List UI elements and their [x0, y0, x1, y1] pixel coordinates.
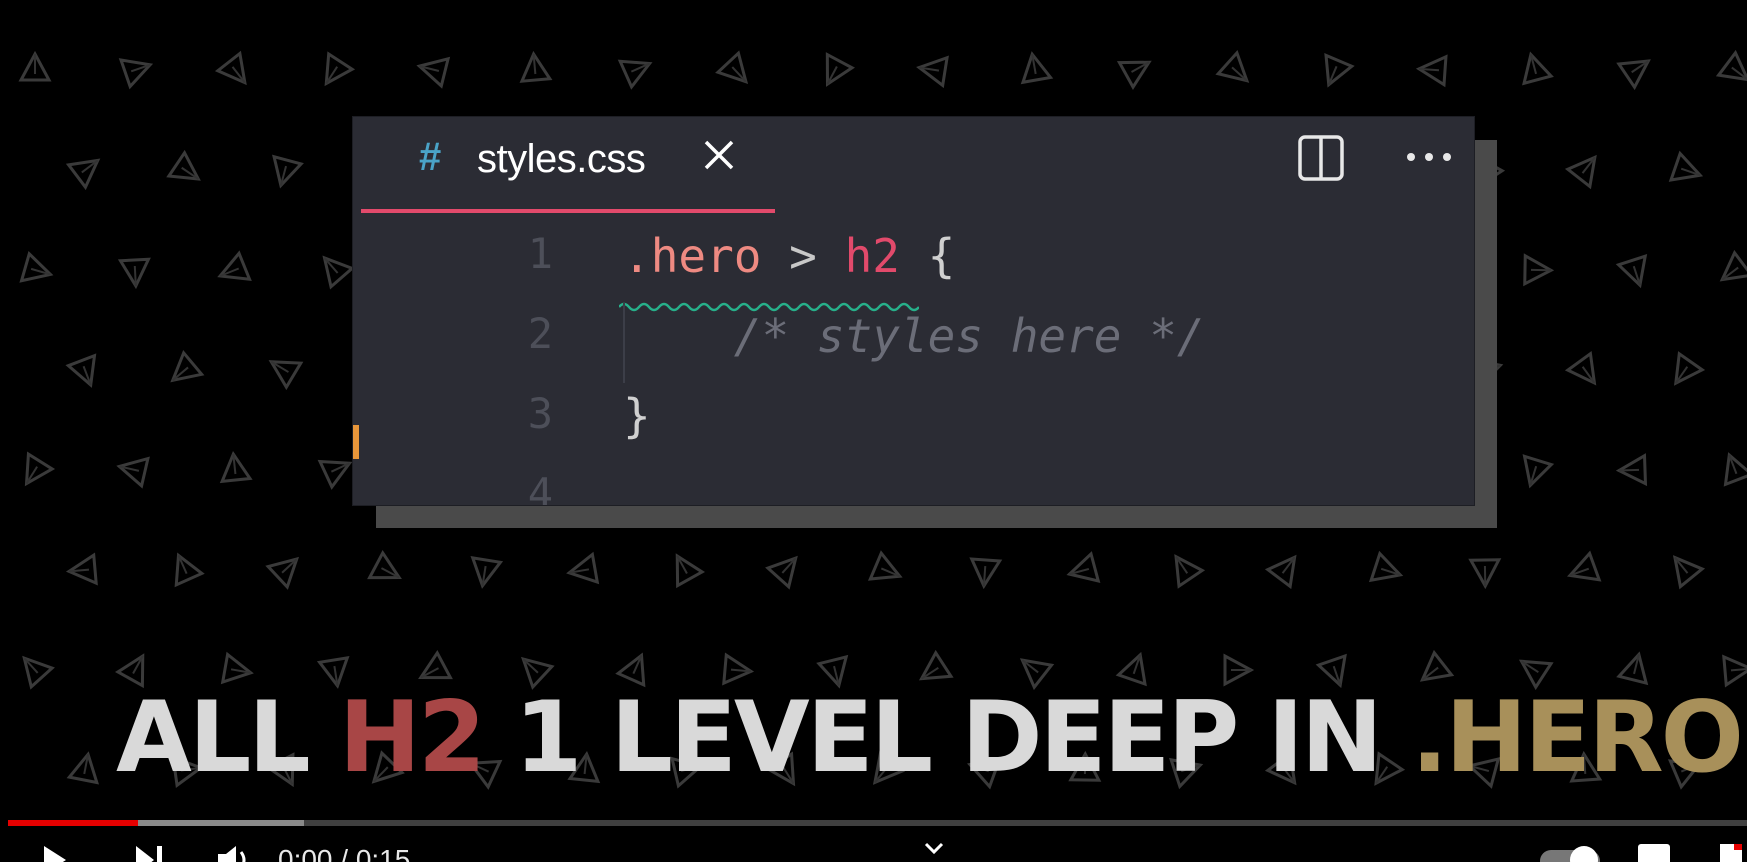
token-combinator: > [761, 229, 845, 283]
volume-icon[interactable] [214, 840, 254, 862]
code-area[interactable]: 1 .hero > h2 { 2 /* styles here */ 3 } 4 [353, 213, 1474, 505]
play-icon[interactable] [40, 840, 70, 862]
token-comment: /* styles here */ [623, 309, 1205, 363]
token-brace: { [899, 229, 956, 283]
line-number: 3 [527, 389, 553, 438]
code-line: 3 } [353, 389, 1474, 469]
token-tag: h2 [844, 229, 900, 283]
tab-styles-css[interactable]: # styles.css [361, 117, 775, 213]
progress-played [8, 820, 139, 826]
line-number: 1 [527, 229, 553, 278]
token-selector: .hero [623, 229, 762, 283]
caption-part: 1 LEVEL DEEP IN [483, 681, 1412, 795]
split-editor-icon[interactable] [1296, 133, 1346, 183]
video-caption: ALL H2 1 LEVEL DEEP IN .HERO [0, 683, 1747, 793]
more-actions-icon[interactable] [1403, 135, 1455, 179]
caption-part: ALL [116, 681, 339, 795]
hash-icon: # [419, 135, 442, 179]
code-editor-window: # styles.css 1 .hero > h2 {2 /* styles … [353, 117, 1474, 505]
editor-tab-bar: # styles.css [353, 117, 1474, 213]
time-display: 0:00 / 0:15 [278, 844, 411, 862]
autoplay-toggle[interactable] [1536, 840, 1636, 862]
line-number: 4 [527, 469, 553, 505]
settings-icon[interactable] [1634, 840, 1674, 862]
caption-highlight-hero: .HERO [1411, 681, 1744, 795]
token-brace: } [623, 389, 651, 443]
chevron-icon[interactable] [922, 840, 946, 862]
tab-label: styles.css [477, 137, 646, 181]
fullscreen-icon[interactable] [1716, 840, 1747, 862]
caption-highlight-h2: H2 [338, 681, 486, 795]
code-text: .hero > h2 { [623, 229, 955, 283]
close-icon[interactable] [697, 133, 741, 177]
video-progress-bar[interactable] [8, 820, 1747, 826]
line-number: 2 [527, 309, 553, 358]
code-line: 4 [353, 469, 1474, 505]
next-icon[interactable] [132, 840, 166, 862]
code-line: 1 .hero > h2 { [353, 229, 1474, 312]
code-line: 2 /* styles here */ [353, 309, 1474, 389]
player-controls: 0:00 / 0:15 [0, 840, 1747, 862]
